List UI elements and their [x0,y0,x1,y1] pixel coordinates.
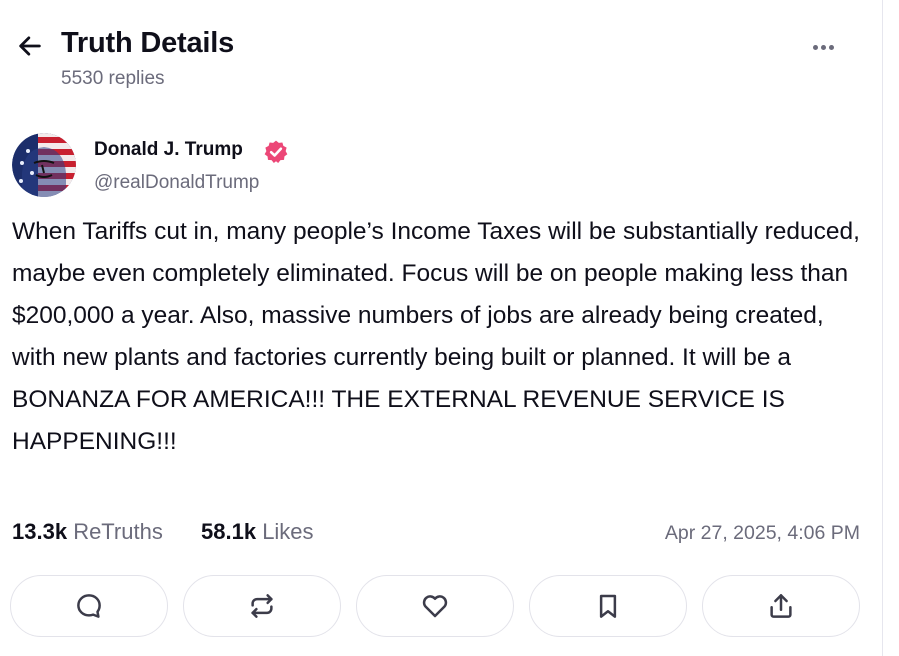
author-name[interactable]: Donald J. Trump [94,139,243,161]
bookmark-icon [599,594,617,618]
share-icon [770,594,792,618]
retruths-label: ReTruths [73,519,163,544]
verified-badge-icon [264,140,288,164]
author-handle[interactable]: @realDonaldTrump [94,172,259,194]
page-title: Truth Details [61,27,235,59]
likes-count: 58.1k [201,519,257,544]
post-timestamp: Apr 27, 2025, 4:06 PM [664,522,860,544]
retruth-icon [251,594,273,618]
post-stats: 13.3k ReTruths 58.1k Likes Apr 27, 2025,… [12,519,860,553]
reply-button[interactable] [10,575,168,637]
like-button[interactable] [356,575,514,637]
avatar[interactable] [12,133,76,197]
share-button[interactable] [702,575,860,637]
heart-icon [422,595,448,618]
replies-count: 5530 replies [61,68,165,89]
more-horizontal-icon [812,44,818,50]
avatar-image [12,133,76,197]
retruths-stat[interactable]: 13.3k ReTruths [12,519,163,545]
page-header: Truth Details 5530 replies [0,0,880,110]
likes-label: Likes [262,519,314,544]
retruths-count: 13.3k [12,519,68,544]
bookmark-button[interactable] [529,575,687,637]
page-divider [882,0,883,656]
more-options-button[interactable] [800,30,846,64]
action-bar [10,575,864,639]
post-text: When Tariffs cut in, many people’s Incom… [12,218,860,455]
retruth-button[interactable] [183,575,341,637]
reply-icon [77,594,101,618]
arrow-left-icon [19,36,41,56]
back-button[interactable] [12,28,48,64]
likes-stat[interactable]: 58.1k Likes [201,519,314,545]
